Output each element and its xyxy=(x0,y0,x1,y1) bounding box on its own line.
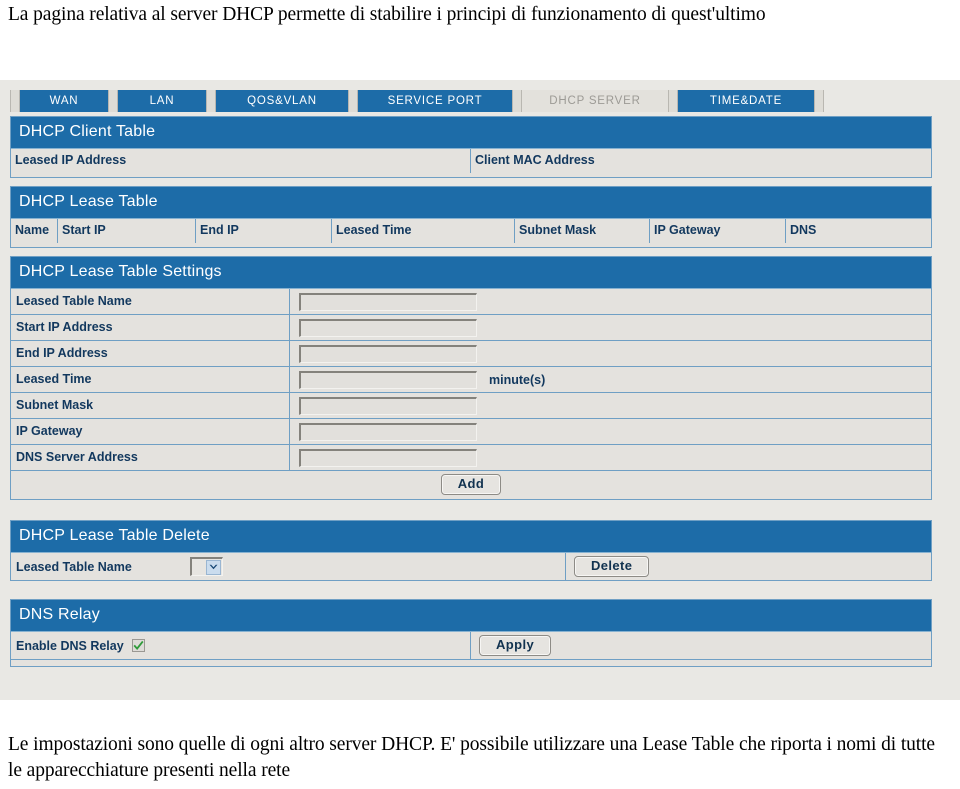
tab-separator xyxy=(668,90,678,112)
label-ip-gateway: IP Gateway xyxy=(11,419,290,444)
field-area xyxy=(290,445,931,470)
delete-row: Leased Table Name Delete xyxy=(11,553,931,580)
dhcp-client-table-section: DHCP Client Table Leased IP Address Clie… xyxy=(10,116,932,178)
field-area: minute(s) xyxy=(290,367,931,392)
field-row-ip-gateway: IP Gateway xyxy=(11,419,931,445)
tab-dhcp-server-label: DHCP SERVER xyxy=(549,95,641,107)
column-dns: DNS xyxy=(790,223,817,237)
tab-time-date[interactable]: TIME&DATE xyxy=(678,90,814,112)
chevron-down-icon[interactable] xyxy=(206,559,221,575)
field-row-leased-time: Leased Time minute(s) xyxy=(11,367,931,393)
tab-time-date-label: TIME&DATE xyxy=(709,95,783,107)
apply-button-area: Apply xyxy=(471,632,931,659)
tab-qos-vlan[interactable]: QOS&VLAN xyxy=(216,90,348,112)
column-start-ip: Start IP xyxy=(58,219,196,243)
field-row-end-ip-address: End IP Address xyxy=(11,341,931,367)
tab-separator xyxy=(512,90,522,112)
tab-lan[interactable]: LAN xyxy=(118,90,206,112)
label-enable-dns-relay: Enable DNS Relay xyxy=(11,632,471,659)
tab-separator xyxy=(206,90,216,112)
label-leased-table-name: Leased Table Name xyxy=(11,289,290,314)
unit-minutes: minute(s) xyxy=(489,372,546,387)
tab-wan[interactable]: WAN xyxy=(20,90,108,112)
label-dns-server-address: DNS Server Address xyxy=(11,445,290,470)
tab-wan-label: WAN xyxy=(49,95,79,107)
intro-caption: La pagina relativa al server DHCP permet… xyxy=(8,4,766,25)
column-leased-ip-address: Leased IP Address xyxy=(11,149,471,173)
column-ip-gateway: IP Gateway xyxy=(650,219,786,243)
tab-service-port-label: SERVICE PORT xyxy=(387,95,483,107)
main-tabbar: WAN LAN QOS&VLAN SERVICE PORT DHCP SERVE… xyxy=(10,90,932,112)
input-dns-server-address[interactable] xyxy=(299,448,477,467)
dns-relay-section: DNS Relay Enable DNS Relay Apply xyxy=(10,599,932,660)
tabbar-filler xyxy=(824,90,932,112)
dhcp-lease-table-title: DHCP Lease Table xyxy=(11,187,931,219)
column-leased-time: Leased Time xyxy=(332,219,515,243)
tab-service-port[interactable]: SERVICE PORT xyxy=(358,90,512,112)
field-row-leased-table-name: Leased Table Name xyxy=(11,289,931,315)
column-subnet-mask: Subnet Mask xyxy=(515,219,650,243)
apply-button[interactable]: Apply xyxy=(479,635,552,656)
label-delete-leased-table-name: Leased Table Name xyxy=(16,559,132,574)
dhcp-lease-table-header-row: Name Start IP End IP Leased Time Subnet … xyxy=(11,219,931,243)
input-leased-table-name[interactable] xyxy=(299,292,477,311)
delete-button-area: Delete xyxy=(566,553,931,580)
tab-separator xyxy=(348,90,358,112)
dhcp-lease-delete-section: DHCP Lease Table Delete Leased Table Nam… xyxy=(10,520,932,581)
label-subnet-mask: Subnet Mask xyxy=(11,393,290,418)
add-button-row: Add xyxy=(11,471,931,498)
input-end-ip-address[interactable] xyxy=(299,344,477,363)
field-area xyxy=(290,419,931,444)
enable-dns-relay-text: Enable DNS Relay xyxy=(16,638,124,653)
dhcp-lease-settings-title: DHCP Lease Table Settings xyxy=(11,257,931,289)
dhcp-lease-delete-title: DHCP Lease Table Delete xyxy=(11,521,931,553)
field-area xyxy=(290,289,931,314)
tab-dhcp-server[interactable]: DHCP SERVER xyxy=(522,90,668,112)
field-row-start-ip-address: Start IP Address xyxy=(11,315,931,341)
dns-relay-title: DNS Relay xyxy=(11,600,931,632)
add-button[interactable]: Add xyxy=(440,474,502,495)
dhcp-client-table-header-row: Leased IP Address Client MAC Address xyxy=(11,149,931,173)
input-subnet-mask[interactable] xyxy=(299,396,477,415)
field-row-subnet-mask: Subnet Mask xyxy=(11,393,931,419)
panel-bottom-edge xyxy=(10,660,932,667)
label-end-ip-address: End IP Address xyxy=(11,341,290,366)
tab-separator xyxy=(108,90,118,112)
delete-row-spacer xyxy=(223,553,566,580)
label-leased-time: Leased Time xyxy=(11,367,290,392)
input-start-ip-address[interactable] xyxy=(299,318,477,337)
delete-button[interactable]: Delete xyxy=(574,556,650,577)
select-leased-table-name[interactable] xyxy=(190,557,223,576)
column-end-ip: End IP xyxy=(196,219,332,243)
dhcp-client-table-title: DHCP Client Table xyxy=(11,117,931,149)
column-name: Name xyxy=(11,219,58,243)
input-ip-gateway[interactable] xyxy=(299,422,477,441)
router-admin-panel: WAN LAN QOS&VLAN SERVICE PORT DHCP SERVE… xyxy=(0,80,960,700)
field-area xyxy=(290,341,931,366)
enable-dns-relay-checkbox[interactable] xyxy=(131,639,145,652)
field-area xyxy=(290,393,931,418)
dhcp-lease-settings-section: DHCP Lease Table Settings Leased Table N… xyxy=(10,256,932,500)
label-start-ip-address: Start IP Address xyxy=(11,315,290,340)
column-client-mac-address: Client MAC Address xyxy=(475,153,595,167)
tab-separator xyxy=(814,90,824,112)
field-row-dns-server-address: DNS Server Address xyxy=(11,445,931,471)
dns-relay-row: Enable DNS Relay Apply xyxy=(11,632,931,659)
tab-lan-label: LAN xyxy=(149,95,175,107)
tab-qos-vlan-label: QOS&VLAN xyxy=(247,95,317,107)
outro-caption: Le impostazioni sono quelle di ogni altr… xyxy=(8,734,935,781)
tab-separator xyxy=(10,90,20,112)
field-area xyxy=(290,315,931,340)
input-leased-time[interactable] xyxy=(299,370,477,389)
dhcp-lease-table-section: DHCP Lease Table Name Start IP End IP Le… xyxy=(10,186,932,248)
